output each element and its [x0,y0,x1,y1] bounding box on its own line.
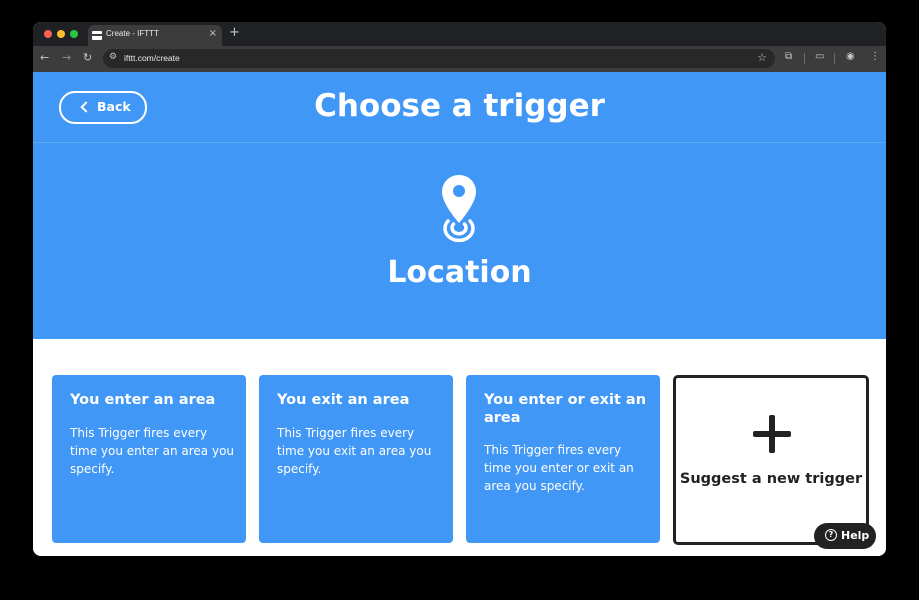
header-divider [33,142,886,143]
location-pin-icon [442,175,476,243]
service-name: Location [387,255,532,290]
browser-window: Create - IFTTT × + ← → ↻ ⚙ ifttt.com/cre… [33,22,886,556]
menu-kebab-icon[interactable]: ⋮ [870,51,880,62]
help-button[interactable]: ? Help [814,523,876,549]
back-arrow-icon[interactable]: ← [40,51,49,64]
browser-tab[interactable]: Create - IFTTT × [88,25,222,46]
plus-icon [753,431,791,437]
trigger-card-enter-or-exit-area[interactable]: You enter or exit an area This Trigger f… [466,375,660,543]
trigger-title: You enter an area [70,392,216,408]
bookmark-star-icon[interactable]: ☆ [757,51,767,64]
reload-icon[interactable]: ↻ [83,51,92,64]
ifttt-favicon-icon [92,31,102,40]
trigger-card-exit-area[interactable]: You exit an area This Trigger fires ever… [259,375,453,543]
close-tab-icon[interactable]: × [209,28,217,39]
site-settings-icon[interactable]: ⚙ [109,52,117,62]
question-mark-icon: ? [825,529,837,541]
hero-banner: Back Choose a trigger Location [33,72,886,339]
address-bar[interactable]: ⚙ ifttt.com/create ☆ [103,49,775,68]
browser-toolbar: ← → ↻ ⚙ ifttt.com/create ☆ ⧉ ▭ ◉ ⋮ [33,46,886,72]
suggest-trigger-card[interactable]: Suggest a new trigger [673,375,869,545]
tab-bar: Create - IFTTT × + [33,22,886,46]
suggest-label: Suggest a new trigger [679,471,863,487]
new-tab-button[interactable]: + [229,25,240,40]
trigger-title: You enter or exit an area [484,392,647,426]
side-panel-icon[interactable]: ▭ [815,51,824,62]
trigger-description: This Trigger fires every time you enter … [484,443,634,493]
profile-icon[interactable]: ◉ [846,51,855,62]
trigger-description: This Trigger fires every time you enter … [70,426,235,476]
trigger-description: This Trigger fires every time you exit a… [277,426,432,476]
trigger-card-enter-area[interactable]: You enter an area This Trigger fires eve… [52,375,246,543]
page-content: Back Choose a trigger Location You enter… [33,72,886,556]
toolbar-divider [804,53,805,64]
minimize-window-button[interactable] [57,30,65,38]
forward-arrow-icon[interactable]: → [62,51,71,64]
url-text[interactable]: ifttt.com/create [124,53,180,63]
close-window-button[interactable] [44,30,52,38]
toolbar-divider [834,53,835,64]
tab-title: Create - IFTTT [106,29,159,38]
maximize-window-button[interactable] [70,30,78,38]
extensions-icon[interactable]: ⧉ [785,51,792,62]
trigger-title: You exit an area [277,392,410,408]
page-title: Choose a trigger [314,88,605,124]
help-label: Help [841,529,870,542]
